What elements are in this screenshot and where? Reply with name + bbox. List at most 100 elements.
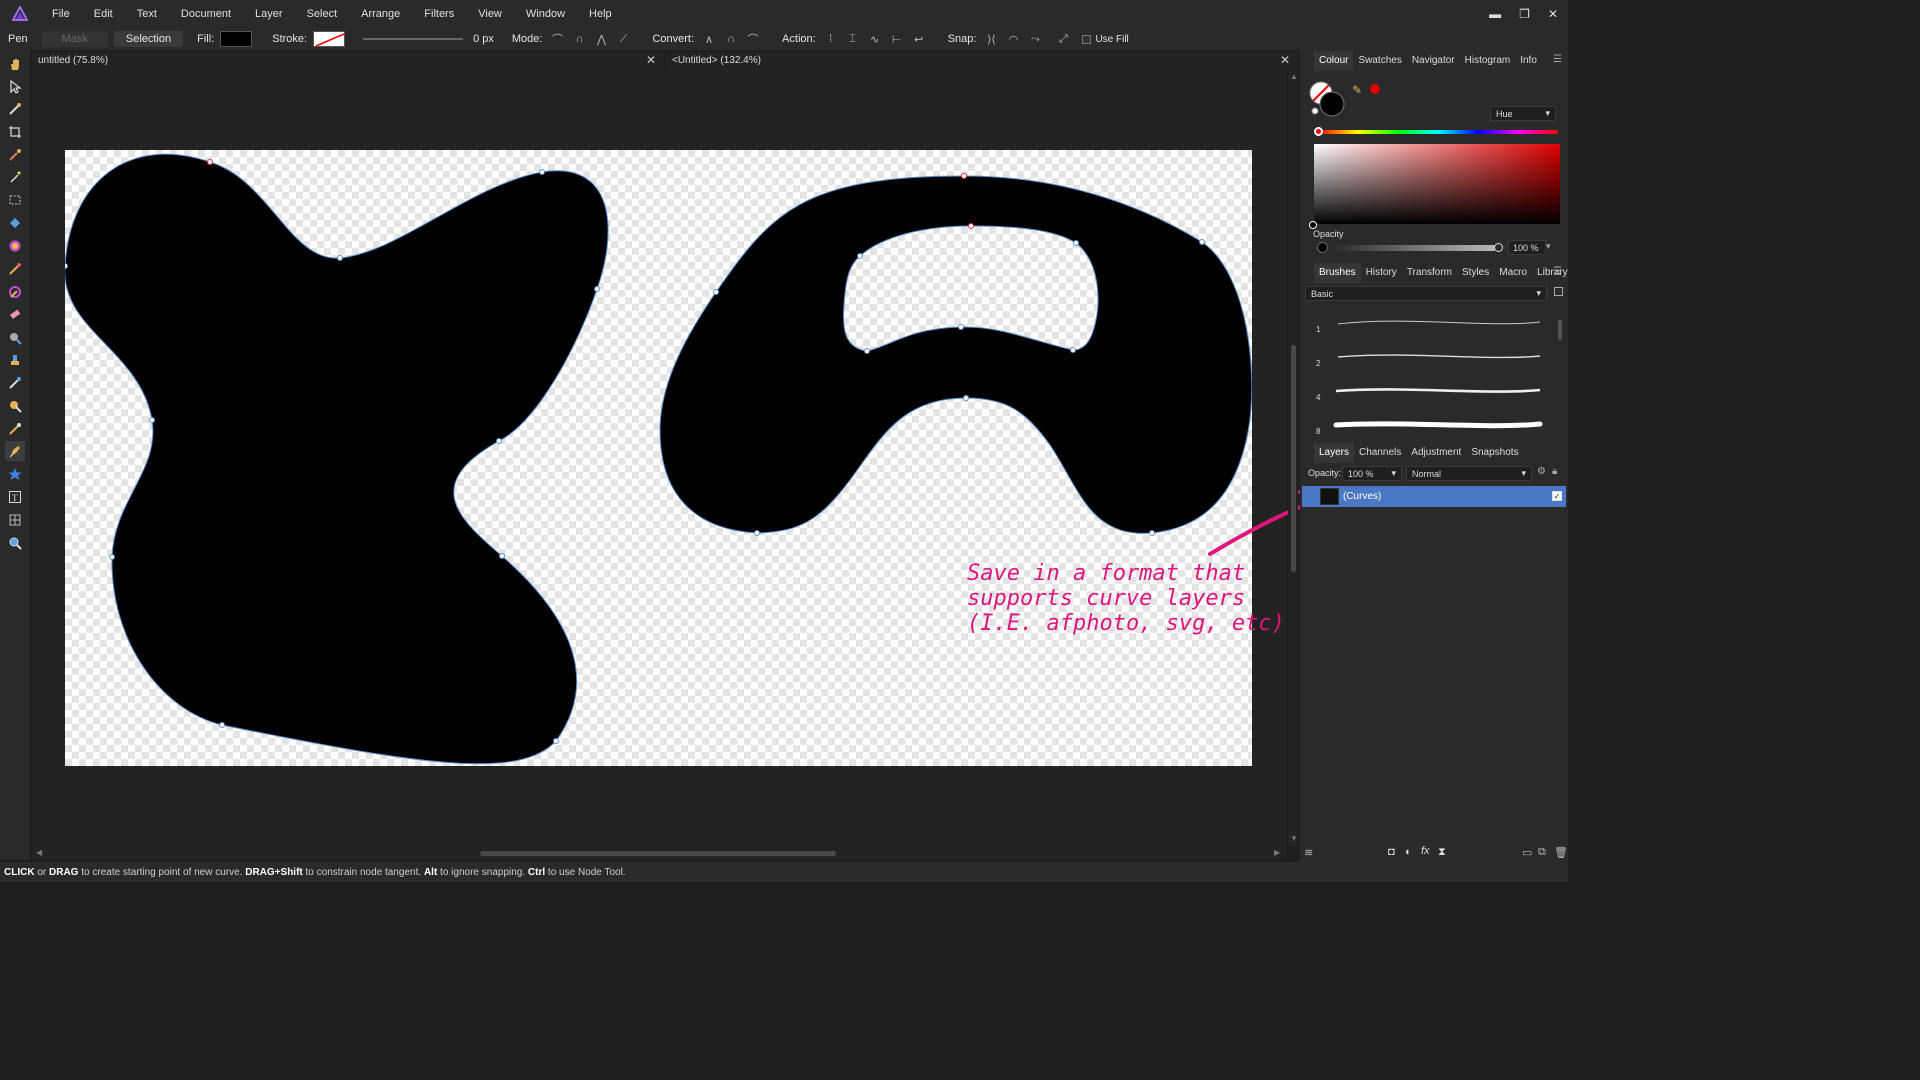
tab-info[interactable]: Info	[1515, 51, 1542, 71]
polygon-mode-icon[interactable]: ⋀	[592, 31, 610, 47]
selection-brush-tool-icon[interactable]	[5, 145, 25, 165]
layer-settings-gear-icon[interactable]: ⚙	[1537, 466, 1546, 477]
tab-layers[interactable]: Layers	[1314, 443, 1355, 463]
layer-opacity-dropdown[interactable]: 100 % ▾	[1342, 466, 1402, 481]
tab-navigator[interactable]: Navigator	[1407, 51, 1460, 71]
brush-item-8[interactable]: 8	[1306, 408, 1552, 442]
tab-colour[interactable]: Colour	[1314, 51, 1354, 71]
layer-row-curves[interactable]	[1302, 486, 1566, 507]
group-layers-icon[interactable]: ▭	[1522, 846, 1532, 859]
layer-visibility-checkbox[interactable]: ✓	[1552, 491, 1562, 501]
move-tool-icon[interactable]	[5, 77, 25, 97]
close-tab-1-icon[interactable]: ✕	[646, 53, 656, 67]
smudge-brush-tool-icon[interactable]	[5, 396, 25, 416]
tab-snapshots[interactable]: Snapshots	[1466, 443, 1523, 463]
add-pixel-layer-icon[interactable]: ⧉	[1538, 846, 1546, 859]
scroll-up-icon[interactable]: ▲	[1290, 72, 1298, 81]
picked-colour-swatch[interactable]	[1370, 84, 1380, 94]
opacity-slider[interactable]	[1334, 245, 1496, 251]
menu-edit[interactable]: Edit	[82, 0, 125, 28]
fx-icon[interactable]: fx	[1421, 845, 1430, 857]
tab-histogram[interactable]: Histogram	[1460, 51, 1516, 71]
retouch-brush-tool-icon[interactable]	[5, 373, 25, 393]
menu-view[interactable]: View	[466, 0, 514, 28]
menu-document[interactable]: Document	[169, 0, 243, 28]
layer-name[interactable]: (Curves)	[1343, 491, 1381, 502]
scroll-right-icon[interactable]: ▶	[1274, 848, 1280, 857]
frame-text-tool-icon[interactable]: T	[5, 487, 25, 507]
scroll-down-icon[interactable]: ▼	[1290, 834, 1298, 843]
stroke-width-slider[interactable]	[363, 38, 464, 40]
fill-swatch[interactable]	[220, 31, 253, 47]
menu-select[interactable]: Select	[295, 0, 350, 28]
document-tab-2[interactable]: <Untitled> (132.4%) ✕	[666, 52, 1298, 70]
blend-mode-dropdown[interactable]: Normal ▾	[1406, 466, 1532, 481]
menu-filters[interactable]: Filters	[412, 0, 466, 28]
brushes-panel-menu-icon[interactable]: ☰	[1553, 266, 1562, 277]
hue-handle[interactable]	[1314, 127, 1323, 136]
dodge-brush-tool-icon[interactable]	[5, 328, 25, 348]
convert-sharp-icon[interactable]: ∧	[700, 31, 718, 47]
close-tab-2-icon[interactable]: ✕	[1280, 53, 1290, 67]
adjustment-layer-icon[interactable]: ◐	[1405, 846, 1412, 858]
selection-button[interactable]: Selection	[113, 31, 184, 47]
close-window-button[interactable]: ✕	[1548, 7, 1558, 21]
transform-mode-icon[interactable]: ⤢	[1054, 31, 1072, 47]
minimize-button[interactable]: ▬	[1489, 7, 1501, 21]
live-filter-icon[interactable]: ⧗	[1438, 846, 1446, 859]
colour-picker-tool-icon[interactable]	[5, 99, 25, 119]
break-curve-icon[interactable]: ⁞	[822, 31, 840, 47]
tab-history[interactable]: History	[1361, 263, 1402, 283]
stroke-swatch[interactable]	[313, 31, 346, 47]
smooth-curve-icon[interactable]: ∿	[866, 31, 884, 47]
gradient-tool-icon[interactable]	[5, 236, 25, 256]
snap-tangent-icon[interactable]: ⟩⟨	[982, 31, 1000, 47]
curve-shape-left[interactable]	[65, 153, 609, 765]
red-eye-tool-icon[interactable]	[5, 419, 25, 439]
tab-adjustment[interactable]: Adjustment	[1406, 443, 1466, 463]
marquee-tool-icon[interactable]	[5, 190, 25, 210]
menu-help[interactable]: Help	[577, 0, 624, 28]
document-tab-1[interactable]: untitled (75.8%) ✕	[32, 52, 664, 70]
snap-node-icon[interactable]: ⤳	[1026, 31, 1044, 47]
brush-item-2[interactable]: 2	[1306, 340, 1552, 374]
mixer-brush-tool-icon[interactable]	[5, 282, 25, 302]
sv-handle[interactable]	[1309, 221, 1317, 229]
close-curve-icon[interactable]: ⌶	[844, 31, 862, 47]
scroll-left-icon[interactable]: ◀	[36, 848, 42, 857]
menu-window[interactable]: Window	[514, 0, 577, 28]
convert-smooth-icon[interactable]: ∩	[722, 31, 740, 47]
menu-layer[interactable]: Layer	[243, 0, 295, 28]
hue-slider[interactable]	[1318, 130, 1558, 134]
document-canvas[interactable]	[65, 150, 1252, 766]
paint-brush-tool-icon[interactable]	[5, 259, 25, 279]
mesh-warp-tool-icon[interactable]	[5, 510, 25, 530]
mask-button[interactable]: Mask	[41, 31, 108, 47]
tab-swatches[interactable]: Swatches	[1353, 51, 1406, 71]
pen-tool-icon[interactable]	[5, 441, 25, 461]
flood-fill-tool-icon[interactable]	[5, 213, 25, 233]
curve-shape-right[interactable]	[659, 175, 1252, 534]
opacity-dropdown-icon[interactable]: ▾	[1546, 241, 1551, 252]
panel-menu-icon[interactable]: ☰	[1553, 54, 1562, 65]
zoom-tool-icon[interactable]	[5, 533, 25, 553]
crop-tool-icon[interactable]	[5, 122, 25, 142]
delete-layer-icon[interactable]: 🗑︎	[1554, 846, 1568, 859]
line-mode-icon[interactable]: ⟋	[614, 31, 632, 47]
menu-text[interactable]: Text	[125, 0, 169, 28]
tab-channels[interactable]: Channels	[1354, 443, 1406, 463]
colour-model-dropdown[interactable]: Hue ▾	[1490, 106, 1556, 121]
restore-button[interactable]: ❐	[1519, 7, 1530, 21]
opacity-handle[interactable]	[1494, 243, 1503, 252]
pen-mode-icon[interactable]: ⌒	[548, 31, 566, 47]
convert-smart-icon[interactable]: ⌒	[744, 31, 762, 47]
tab-brushes[interactable]: Brushes	[1314, 263, 1361, 283]
layers-options-icon[interactable]: ≋	[1304, 846, 1313, 859]
snap-curve-icon[interactable]: ◠	[1004, 31, 1022, 47]
tab-macro[interactable]: Macro	[1494, 263, 1532, 283]
fill-stroke-selector[interactable]	[1308, 80, 1348, 120]
clone-brush-tool-icon[interactable]	[5, 350, 25, 370]
view-hand-tool-icon[interactable]	[5, 54, 25, 74]
stroke-width-value[interactable]: 0 px	[473, 33, 494, 45]
opacity-value[interactable]: 100 %	[1508, 240, 1546, 255]
